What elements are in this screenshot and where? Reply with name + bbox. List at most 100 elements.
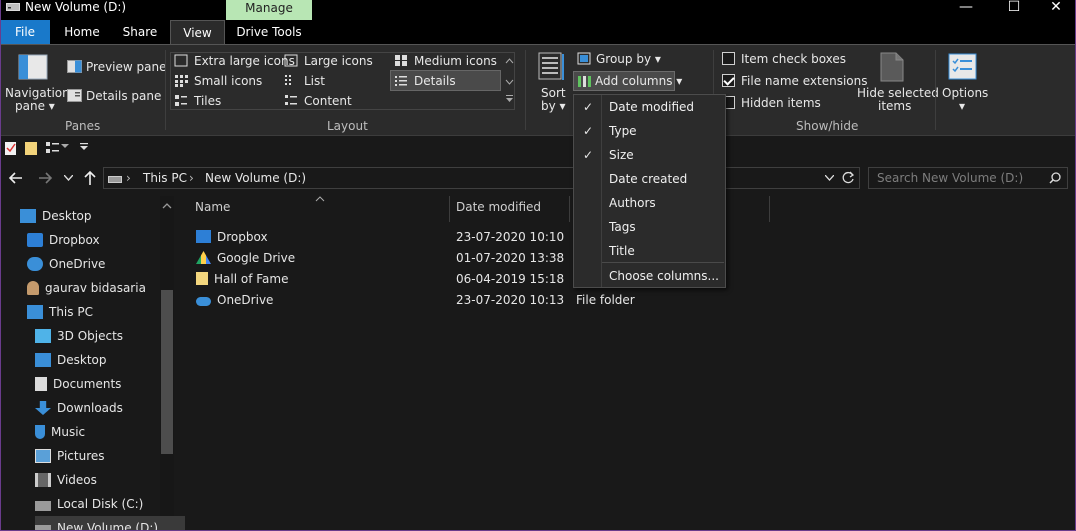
sort-by-label-2[interactable]: by ▾ (541, 99, 566, 113)
search-box[interactable] (868, 167, 1068, 189)
column-divider[interactable] (769, 196, 770, 222)
address-history-icon[interactable] (825, 175, 834, 181)
tab-view[interactable]: View (170, 20, 225, 44)
file-name-extensions-toggle[interactable]: File name extensions (722, 74, 868, 88)
layout-list[interactable]: List (304, 74, 325, 88)
group-by-button[interactable]: Group by ▾ (596, 52, 661, 66)
nav-item-desktop[interactable]: Desktop (20, 204, 170, 228)
chevron-down-icon[interactable] (61, 144, 69, 150)
column-divider[interactable] (449, 196, 450, 222)
nav-item-desktop-pc[interactable]: Desktop (35, 348, 185, 372)
forward-arrow-icon[interactable] (37, 171, 53, 185)
folder-icon (196, 272, 208, 285)
window-title: New Volume (D:) (25, 0, 127, 14)
file-name-extensions-checkbox[interactable] (722, 74, 735, 87)
menu-item-date-created[interactable]: Date created (574, 167, 725, 191)
nav-item-dropbox[interactable]: Dropbox (27, 228, 177, 252)
menu-item-choose-columns[interactable]: Choose columns... (574, 264, 725, 288)
nav-item-label: Dropbox (49, 233, 100, 247)
breadcrumb-new-volume[interactable]: New Volume (D:) (205, 171, 306, 185)
tab-drive-tools[interactable]: Drive Tools (226, 20, 312, 44)
tab-file[interactable]: File (0, 20, 50, 44)
navigation-pane-label-2[interactable]: pane ▾ (15, 99, 55, 113)
preview-pane-icon (67, 60, 82, 73)
table-row[interactable]: OneDrive 23-07-2020 10:13 File folder (196, 290, 696, 311)
file-date: 23-07-2020 10:10 (456, 230, 565, 244)
add-columns-button[interactable]: Add columns ▾ (595, 74, 682, 88)
maximize-button[interactable]: ☐ (994, 0, 1034, 18)
options-button[interactable]: Options (942, 86, 988, 100)
options-arrow[interactable]: ▾ (959, 99, 965, 113)
hide-selected-items-label-2[interactable]: items (878, 99, 911, 113)
column-divider[interactable] (569, 196, 570, 222)
layout-extra-large-icons[interactable]: Extra large icons (194, 54, 295, 68)
details-pane-button[interactable]: Details pane (86, 89, 161, 103)
layout-details[interactable]: Details (414, 74, 456, 88)
nav-item-downloads[interactable]: Downloads (35, 396, 185, 420)
menu-item-type[interactable]: ✓ Type (574, 119, 725, 143)
drive-icon (108, 176, 122, 183)
extra-large-icons-icon (174, 54, 188, 67)
nav-item-onedrive[interactable]: OneDrive (27, 252, 177, 276)
customize-toolbar-icon[interactable] (80, 142, 89, 151)
refresh-icon[interactable] (842, 171, 855, 184)
minimize-button[interactable]: — (946, 0, 986, 18)
gallery-scroll-icon[interactable] (505, 56, 514, 106)
navigation-pane-label[interactable]: Navigation (5, 86, 70, 100)
layout-tiles[interactable]: Tiles (194, 94, 221, 108)
file-type: File folder (576, 293, 635, 307)
details-icon (395, 76, 407, 86)
menu-item-date-modified[interactable]: ✓ Date modified (574, 95, 725, 119)
nav-item-new-volume-d[interactable]: New Volume (D:) (35, 516, 185, 531)
preview-pane-button[interactable]: Preview pane (86, 60, 166, 74)
menu-item-label: Authors (609, 196, 656, 210)
nav-item-pictures[interactable]: Pictures (35, 444, 185, 468)
layout-medium-icons[interactable]: Medium icons (414, 54, 497, 68)
column-header-name[interactable]: Name (195, 200, 230, 218)
close-button[interactable]: ✕ (1036, 0, 1076, 18)
file-name-cell: Dropbox (196, 227, 268, 248)
menu-item-label: Size (609, 148, 634, 162)
tab-home[interactable]: Home (58, 20, 106, 44)
menu-item-label: Date created (609, 172, 688, 186)
file-name-cell: Google Drive (196, 248, 295, 269)
hide-selected-items-label[interactable]: Hide selected (857, 86, 939, 100)
column-header-date-modified[interactable]: Date modified (456, 200, 541, 218)
menu-item-label: Tags (609, 220, 636, 234)
large-icons-icon (284, 54, 298, 67)
nav-item-label: Music (51, 425, 86, 439)
layout-small-icons[interactable]: Small icons (194, 74, 262, 88)
file-date: 23-07-2020 10:13 (456, 293, 565, 307)
view-options-icon[interactable] (45, 140, 61, 156)
back-arrow-icon[interactable] (8, 171, 24, 185)
medium-icons-icon (395, 55, 407, 66)
new-folder-icon[interactable] (24, 140, 38, 156)
breadcrumb-separator: › (189, 171, 194, 185)
nav-item-music[interactable]: Music (35, 420, 185, 444)
menu-item-size[interactable]: ✓ Size (574, 143, 725, 167)
tab-share[interactable]: Share (116, 20, 164, 44)
breadcrumb-this-pc[interactable]: This PC (143, 171, 187, 185)
recent-locations-icon[interactable] (64, 175, 73, 181)
nav-item-this-pc[interactable]: This PC (27, 300, 177, 324)
search-icon[interactable] (1049, 172, 1061, 184)
nav-item-local-disk-c[interactable]: Local Disk (C:) (35, 492, 185, 516)
properties-icon[interactable] (4, 140, 18, 156)
nav-item-3d-objects[interactable]: 3D Objects (35, 324, 185, 348)
hidden-items-toggle[interactable]: Hidden items (722, 96, 821, 110)
layout-content[interactable]: Content (304, 94, 352, 108)
nav-item-videos[interactable]: Videos (35, 468, 185, 492)
sort-by-label[interactable]: Sort (541, 86, 566, 100)
layout-large-icons[interactable]: Large icons (304, 54, 373, 68)
item-check-boxes-toggle[interactable]: Item check boxes (722, 52, 846, 66)
nav-item-user[interactable]: gaurav bidasaria (27, 276, 177, 300)
menu-item-tags[interactable]: Tags (574, 215, 725, 239)
up-arrow-icon[interactable] (83, 170, 97, 186)
menu-item-label: Type (609, 124, 637, 138)
item-check-boxes-checkbox[interactable] (722, 52, 735, 65)
menu-item-title[interactable]: Title (574, 239, 725, 263)
menu-item-authors[interactable]: Authors (574, 191, 725, 215)
search-input[interactable] (869, 168, 1044, 188)
nav-item-documents[interactable]: Documents (35, 372, 185, 396)
sort-by-icon (538, 52, 564, 80)
